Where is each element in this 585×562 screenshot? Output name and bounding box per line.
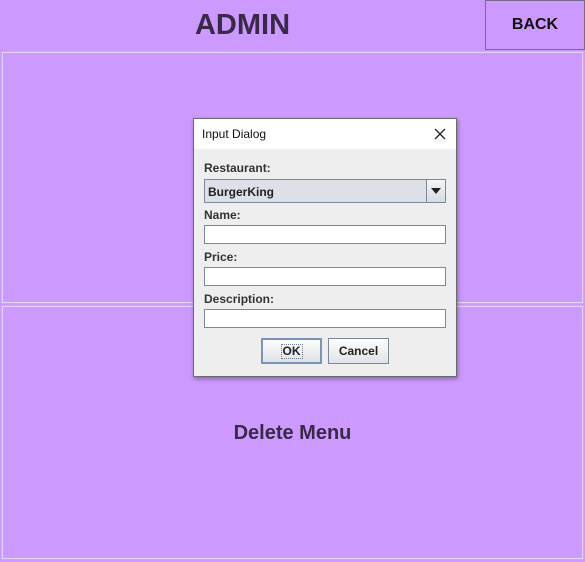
price-label: Price: [204,250,238,264]
header-bar: ADMIN BACK [0,0,585,50]
close-icon [434,128,446,140]
restaurant-select[interactable]: BurgerKing [204,179,446,203]
restaurant-selected-value: BurgerKing [208,185,274,199]
ok-button[interactable]: OK [261,338,322,364]
back-button[interactable]: BACK [485,0,585,50]
ok-button-label: OK [280,343,303,359]
input-dialog: Input Dialog Restaurant: BurgerKing Name… [193,118,457,377]
dialog-title: Input Dialog [202,127,267,141]
close-button[interactable] [430,124,450,144]
name-field[interactable] [204,225,446,244]
description-label: Description: [204,292,275,306]
page-title: ADMIN [194,8,291,41]
price-field[interactable] [204,267,446,286]
name-label: Name: [204,208,241,222]
description-field[interactable] [204,309,446,328]
restaurant-label: Restaurant: [204,161,271,175]
chevron-down-icon[interactable] [426,180,445,202]
cancel-button[interactable]: Cancel [328,338,389,364]
delete-menu-label: Delete Menu [233,422,352,444]
dialog-titlebar[interactable]: Input Dialog [194,119,456,149]
